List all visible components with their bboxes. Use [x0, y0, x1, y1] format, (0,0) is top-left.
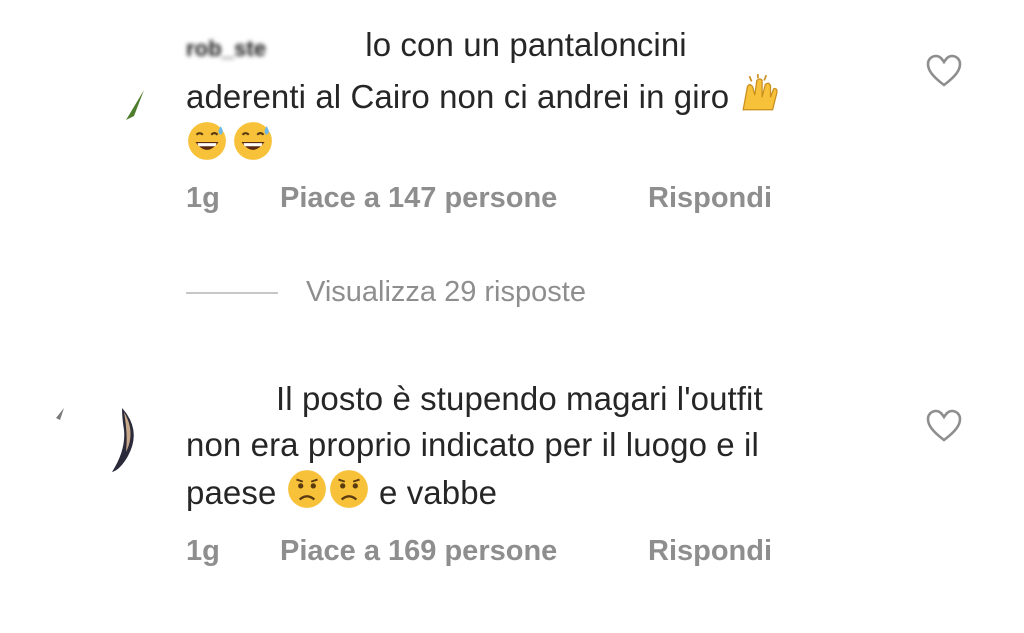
comment-text-line-1: Il posto è stupendo magari l'outfit — [276, 380, 763, 417]
comment-likes[interactable]: Piace a 169 persone — [280, 535, 648, 568]
reply-button[interactable]: Rispondi — [648, 182, 772, 215]
comment-text: Il posto è stupendo magari l'outfit non … — [186, 376, 906, 516]
comment-time: 1g — [186, 535, 220, 567]
grinning-sweat-icon — [186, 120, 228, 162]
worried-face-icon — [286, 468, 328, 510]
comment-likes[interactable]: Piace a 147 persone — [280, 182, 648, 215]
comment-username[interactable]: rob_ste — [186, 26, 356, 72]
grinning-sweat-icon — [232, 120, 274, 162]
comment-text-line-3b: e vabbe — [378, 474, 498, 511]
worried-face-icon — [328, 468, 370, 510]
view-replies-label: Visualizza 29 risposte — [306, 276, 586, 308]
comment-text-line-3a: paese — [186, 474, 277, 511]
comment-time: 1g — [186, 182, 220, 214]
comment-text-line-2: aderenti al Cairo non ci andrei in giro — [186, 78, 730, 115]
reply-button[interactable]: Rispondi — [648, 535, 772, 568]
raising-hands-icon — [739, 72, 781, 114]
comment-username[interactable] — [186, 380, 276, 410]
view-replies-button[interactable]: Visualizza 29 risposte — [186, 276, 586, 309]
avatar[interactable] — [56, 390, 146, 480]
replies-divider — [186, 291, 278, 294]
like-heart-icon[interactable] — [926, 409, 962, 443]
comment-meta: 1g Piace a 147 persone Rispondi — [186, 182, 772, 215]
like-heart-icon[interactable] — [926, 54, 962, 88]
comment-text: rob_ste lo con un pantaloncini aderenti … — [186, 22, 906, 168]
comment-meta: 1g Piace a 169 persone Rispondi — [186, 535, 772, 568]
comment-text-line-1: lo con un pantaloncini — [365, 26, 687, 63]
comment-text-line-2: non era proprio indicato per il luogo e … — [186, 426, 759, 463]
avatar[interactable] — [104, 62, 194, 152]
